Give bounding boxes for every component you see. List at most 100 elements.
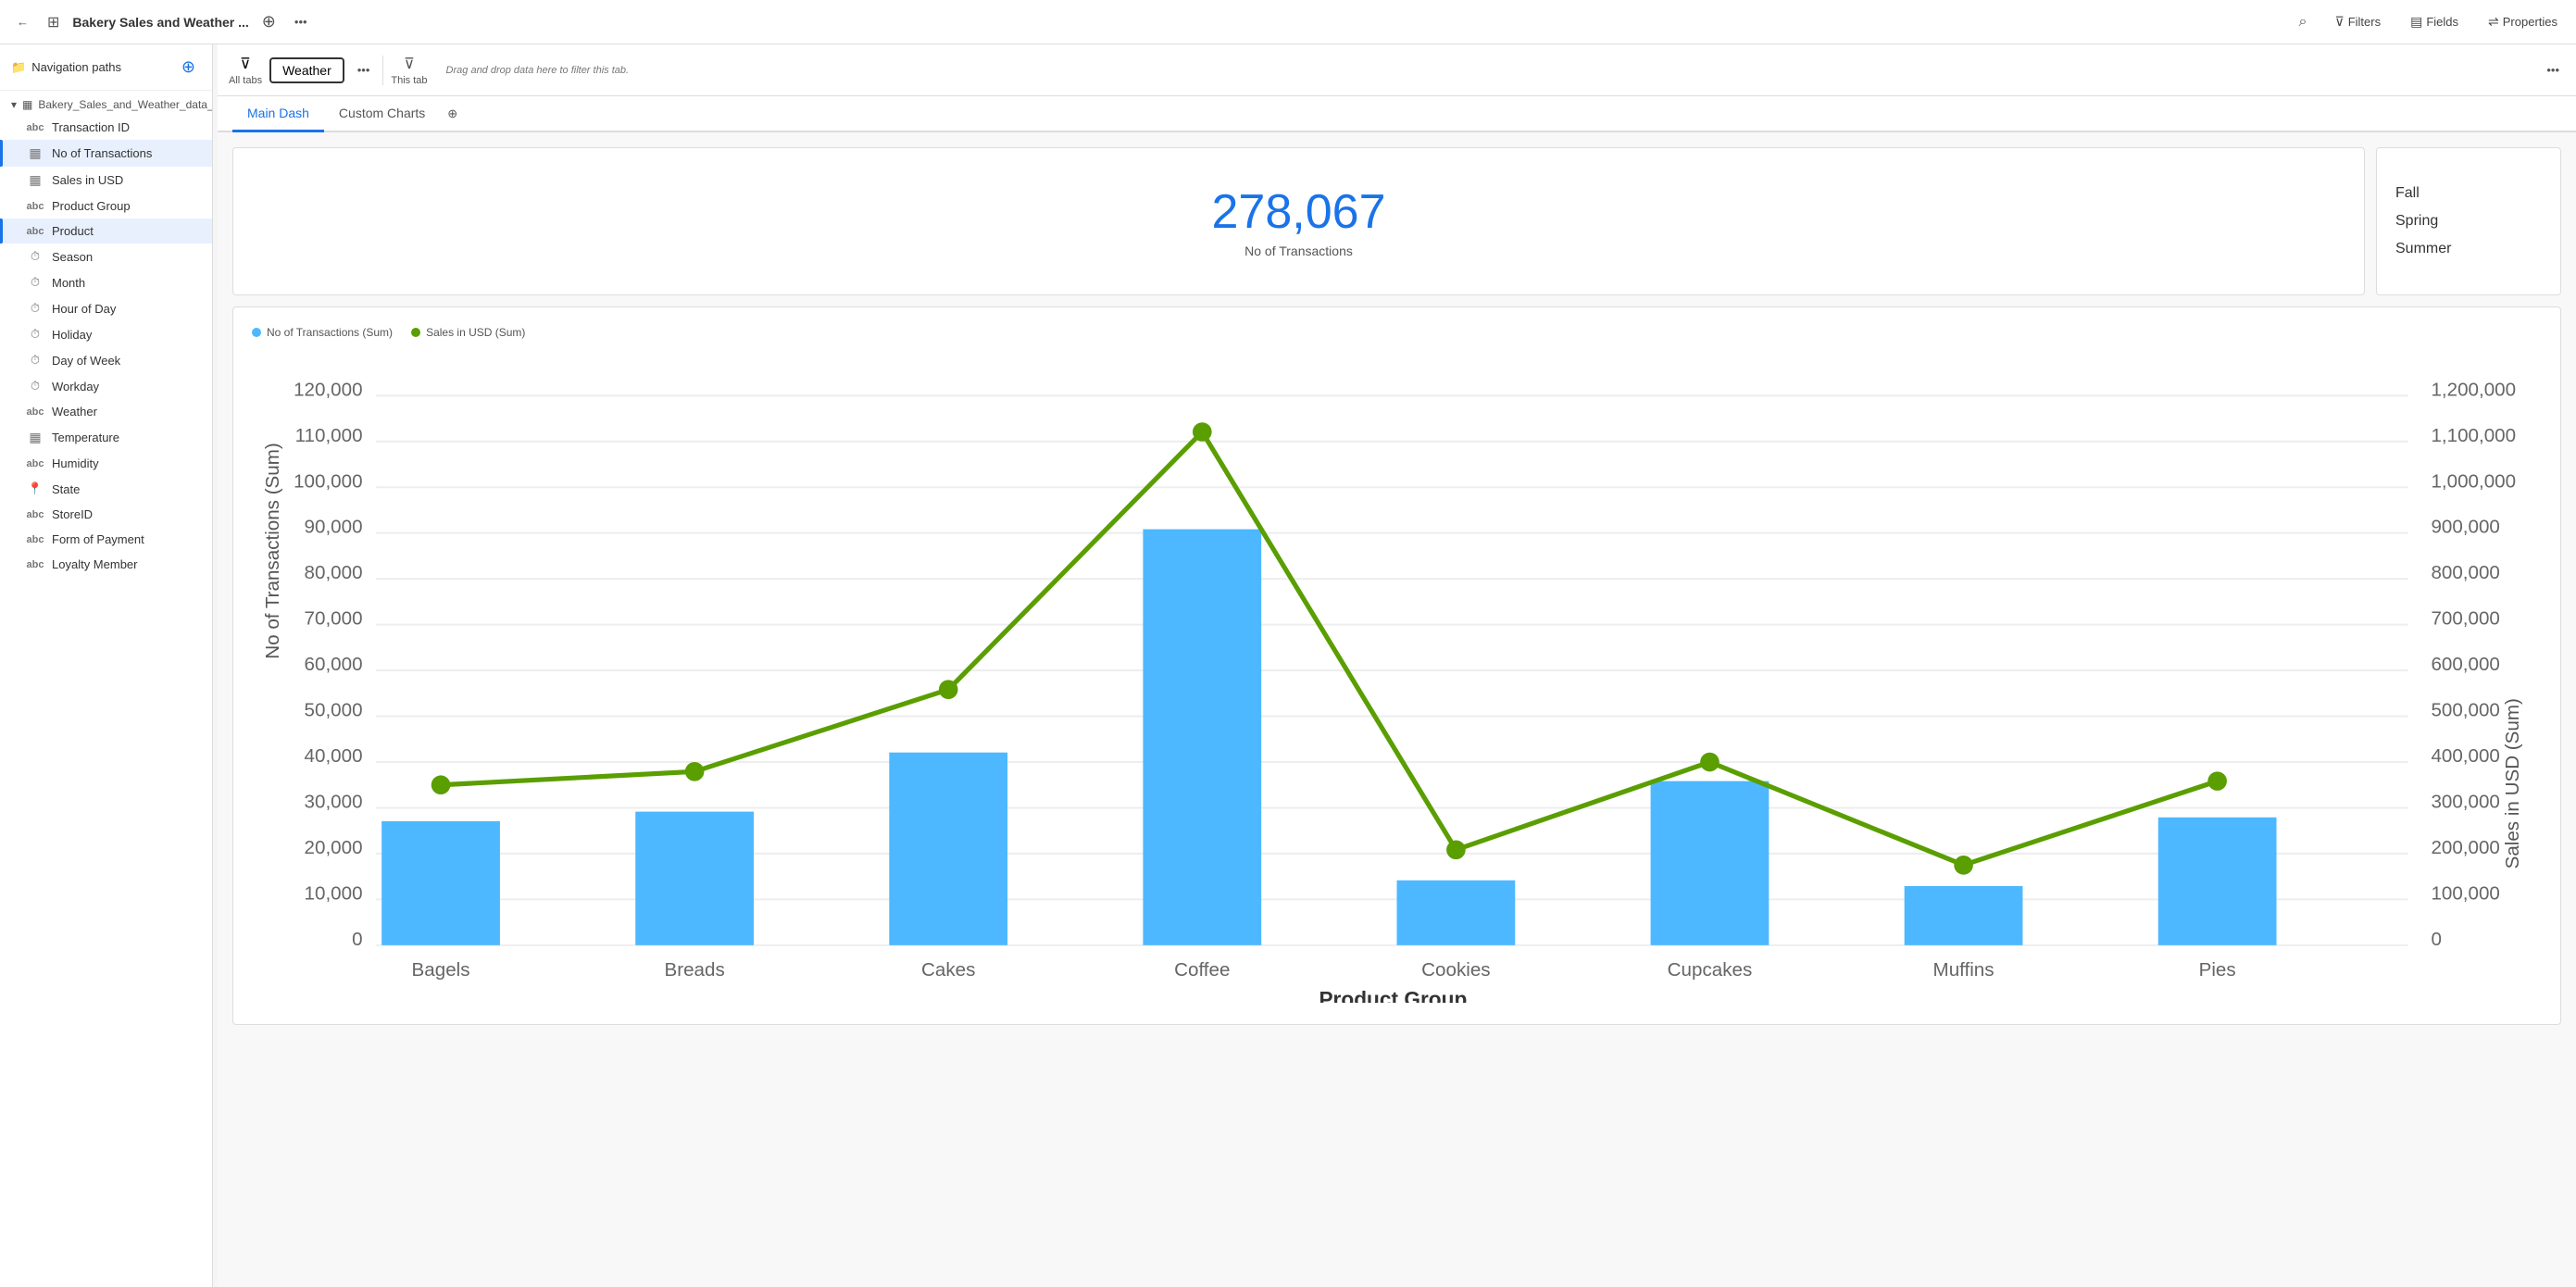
- type-icon-workday: ⏱: [26, 379, 44, 394]
- sidebar-item-transaction-id[interactable]: abcTransaction ID: [0, 115, 212, 140]
- item-label-product: Product: [52, 224, 94, 238]
- season-summer: Summer: [2395, 241, 2542, 257]
- sidebar-item-form-of-payment[interactable]: abcForm of Payment: [0, 527, 212, 552]
- sidebar-item-weather[interactable]: abcWeather: [0, 399, 212, 424]
- properties-label: Properties: [2503, 15, 2557, 29]
- season-fall: Fall: [2395, 185, 2542, 202]
- svg-text:120,000: 120,000: [294, 379, 362, 400]
- top-bar: ← ⊞ Bakery Sales and Weather ... ⊕ ••• ⌕…: [0, 0, 2576, 44]
- type-icon-product-group: abc: [26, 201, 44, 212]
- type-icon-season: ⏱: [26, 249, 44, 264]
- dot-cakes: [939, 680, 958, 699]
- back-button[interactable]: ←: [11, 11, 34, 32]
- item-label-humidity: Humidity: [52, 456, 99, 470]
- svg-text:400,000: 400,000: [2431, 745, 2499, 767]
- stats-number: 278,067: [1212, 184, 1386, 240]
- type-icon-temperature: ▦: [26, 430, 44, 445]
- svg-text:90,000: 90,000: [305, 517, 363, 538]
- legend-sales-label: Sales in USD (Sum): [426, 326, 525, 339]
- sidebar-item-product[interactable]: abcProduct: [0, 219, 212, 244]
- chart-legend: No of Transactions (Sum) Sales in USD (S…: [252, 326, 2542, 339]
- item-label-product-group: Product Group: [52, 199, 131, 213]
- sidebar-item-no-of-transactions[interactable]: ▦No of Transactions: [0, 140, 212, 167]
- item-label-holiday: Holiday: [52, 328, 92, 342]
- nav-title: Navigation paths: [31, 60, 121, 74]
- this-tab-filter[interactable]: ⊽ This tab: [391, 55, 427, 86]
- type-icon-month: ⏱: [26, 275, 44, 290]
- dot-bagels: [431, 775, 451, 794]
- svg-text:1,100,000: 1,100,000: [2431, 425, 2516, 446]
- sidebar-item-loyalty-member[interactable]: abcLoyalty Member: [0, 552, 212, 577]
- add-button[interactable]: ⊕: [256, 8, 281, 35]
- datasource-row[interactable]: ▾ ▦ Bakery_Sales_and_Weather_data_csv: [0, 91, 212, 115]
- nav-add-button[interactable]: ⊕: [176, 54, 201, 81]
- svg-text:100,000: 100,000: [2431, 882, 2499, 904]
- sidebar-item-state[interactable]: 📍State: [0, 476, 212, 502]
- weather-tab-filter[interactable]: Weather: [269, 57, 344, 83]
- sidebar-item-hour-of-day[interactable]: ⏱Hour of Day: [0, 295, 212, 321]
- type-icon-hour-of-day: ⏱: [26, 301, 44, 316]
- item-label-season: Season: [52, 250, 93, 264]
- all-tabs-funnel-icon: ⊽: [240, 55, 251, 73]
- sidebar-item-store-id[interactable]: abcStoreID: [0, 502, 212, 527]
- filters-button[interactable]: ⊽ Filters: [2327, 10, 2388, 33]
- svg-text:900,000: 900,000: [2431, 517, 2499, 538]
- item-label-no-of-transactions: No of Transactions: [52, 146, 152, 160]
- chart-card: No of Transactions (Sum) Sales in USD (S…: [232, 306, 2561, 1025]
- svg-text:30,000: 30,000: [305, 791, 363, 812]
- svg-text:40,000: 40,000: [305, 745, 363, 767]
- dot-cookies: [1446, 841, 1466, 860]
- fields-label: Fields: [2426, 15, 2458, 29]
- filter-bar: ⊽ All tabs Weather ••• ⊽ This tab Drag a…: [218, 44, 2576, 96]
- sidebar-item-month[interactable]: ⏱Month: [0, 269, 212, 295]
- svg-text:10,000: 10,000: [305, 882, 363, 904]
- sidebar-item-sales-in-usd[interactable]: ▦ Sales in USD: [0, 167, 212, 194]
- sidebar-header: 📁 Navigation paths ⊕: [0, 44, 212, 91]
- sidebar-item-temperature[interactable]: ▦Temperature: [0, 424, 212, 451]
- filter-more-button[interactable]: •••: [352, 59, 376, 81]
- properties-button[interactable]: ⇌ Properties: [2481, 10, 2565, 33]
- this-tab-funnel-icon: ⊽: [404, 55, 415, 73]
- drag-drop-label: Drag and drop data here to filter this t…: [435, 65, 641, 76]
- fields-button[interactable]: ▤ Fields: [2403, 10, 2466, 33]
- sidebar-item-holiday[interactable]: ⏱Holiday: [0, 321, 212, 347]
- svg-text:110,000: 110,000: [295, 425, 363, 446]
- sidebar-item-humidity[interactable]: abcHumidity: [0, 451, 212, 476]
- weather-tab-label: Weather: [282, 63, 331, 78]
- dot-pies: [2207, 771, 2227, 791]
- tab-main-dash[interactable]: Main Dash: [232, 96, 324, 132]
- dot-breads: [685, 762, 705, 781]
- search-icon[interactable]: ⌕: [2293, 10, 2312, 34]
- y-axis-left: 120,000 110,000 100,000 90,000 80,000 70…: [294, 379, 362, 950]
- legend-sales-dot: [411, 328, 420, 337]
- filter-bar-more-button[interactable]: •••: [2541, 59, 2565, 81]
- sidebar-item-day-of-week[interactable]: ⏱Day of Week: [0, 347, 212, 373]
- item-label-day-of-week: Day of Week: [52, 354, 120, 368]
- type-icon-transaction-id: abc: [26, 122, 44, 133]
- layout-icon[interactable]: ⊞: [42, 9, 65, 35]
- x-axis-title: Product Group: [1319, 987, 1467, 1003]
- sidebar-fields: abcTransaction ID▦No of Transactions▦Sal…: [0, 115, 212, 577]
- svg-text:Pies: Pies: [2199, 959, 2236, 981]
- legend-transactions-dot: [252, 328, 261, 337]
- sidebar-item-product-group[interactable]: abc Product Group: [0, 194, 212, 219]
- svg-text:200,000: 200,000: [2431, 837, 2499, 858]
- bar-coffee: [1143, 530, 1261, 945]
- table-icon: ▦: [22, 98, 32, 111]
- more-button[interactable]: •••: [289, 11, 313, 32]
- svg-text:Coffee: Coffee: [1174, 959, 1230, 981]
- type-icon-sales-in-usd: ▦: [26, 172, 44, 188]
- item-label-state: State: [52, 482, 80, 496]
- sidebar-item-workday[interactable]: ⏱Workday: [0, 373, 212, 399]
- tab-custom-charts[interactable]: Custom Charts: [324, 96, 440, 132]
- item-label-sales-in-usd: Sales in USD: [52, 173, 123, 187]
- legend-sales: Sales in USD (Sum): [411, 326, 525, 339]
- dot-cupcakes: [1700, 753, 1719, 772]
- svg-text:100,000: 100,000: [294, 470, 362, 492]
- tab-add-button[interactable]: ⊕: [440, 99, 465, 129]
- content-area: ⊽ All tabs Weather ••• ⊽ This tab Drag a…: [218, 44, 2576, 1287]
- season-spring: Spring: [2395, 213, 2542, 230]
- sidebar-item-season[interactable]: ⏱ Season: [0, 244, 212, 269]
- tab-main-dash-label: Main Dash: [247, 106, 309, 120]
- all-tabs-filter[interactable]: ⊽ All tabs: [229, 55, 262, 86]
